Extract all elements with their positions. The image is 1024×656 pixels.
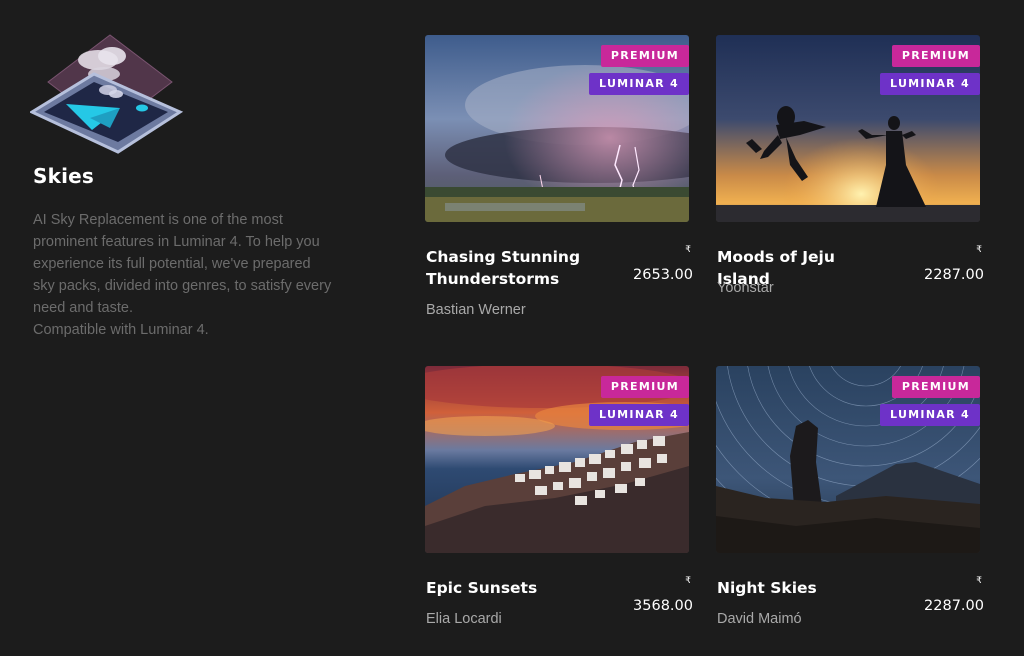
premium-badge: PREMIUM <box>891 45 980 67</box>
product-title[interactable]: Night Skies <box>717 577 892 599</box>
product-card-jeju-island[interactable]: PREMIUM LUMINAR 4 Moods of Jeju Island ₹… <box>716 35 984 325</box>
star-trails-image[interactable]: PREMIUM LUMINAR 4 <box>716 366 980 553</box>
compatibility-note: Compatible with Luminar 4. <box>33 322 209 338</box>
premium-badge: PREMIUM <box>891 376 980 398</box>
currency-symbol: ₹ <box>685 576 691 586</box>
thunderstorm-image[interactable]: PREMIUM LUMINAR 4 <box>425 35 689 222</box>
category-title: Skies <box>33 164 95 188</box>
category-sidebar: Skies AI Sky Replacement is one of the m… <box>0 0 360 653</box>
luminar-4-badge: LUMINAR 4 <box>589 73 689 95</box>
product-price: 2287.00 <box>924 598 984 614</box>
product-price: 3568.00 <box>633 598 693 614</box>
currency-symbol: ₹ <box>976 245 982 255</box>
product-price: 2287.00 <box>924 267 984 283</box>
sky-layers-icon <box>28 30 190 160</box>
product-price: 2653.00 <box>633 267 693 283</box>
luminar-4-badge: LUMINAR 4 <box>880 73 980 95</box>
premium-badge: PREMIUM <box>600 45 689 67</box>
luminar-4-badge: LUMINAR 4 <box>880 404 980 426</box>
category-description: AI Sky Replacement is one of the most pr… <box>33 209 333 341</box>
product-author[interactable]: Yoonstar <box>717 280 774 296</box>
product-card-night-skies[interactable]: PREMIUM LUMINAR 4 Night Skies ₹ 2287.00 … <box>716 366 984 656</box>
jeju-sunset-silhouettes-image[interactable]: PREMIUM LUMINAR 4 <box>716 35 980 222</box>
santorini-sunset-image[interactable]: PREMIUM LUMINAR 4 <box>425 366 689 553</box>
product-author[interactable]: Elia Locardi <box>426 611 502 627</box>
product-card-thunderstorms[interactable]: PREMIUM LUMINAR 4 Chasing Stunning Thund… <box>425 35 693 325</box>
product-title[interactable]: Chasing Stunning Thunderstorms <box>426 246 601 290</box>
premium-badge: PREMIUM <box>600 376 689 398</box>
product-author[interactable]: Bastian Werner <box>426 302 526 318</box>
product-card-epic-sunsets[interactable]: PREMIUM LUMINAR 4 Epic Sunsets ₹ 3568.00… <box>425 366 693 656</box>
luminar-4-badge: LUMINAR 4 <box>589 404 689 426</box>
product-title[interactable]: Epic Sunsets <box>426 577 601 599</box>
product-author[interactable]: David Maimó <box>717 611 802 627</box>
currency-symbol: ₹ <box>685 245 691 255</box>
currency-symbol: ₹ <box>976 576 982 586</box>
category-description-text: AI Sky Replacement is one of the most pr… <box>33 212 332 316</box>
